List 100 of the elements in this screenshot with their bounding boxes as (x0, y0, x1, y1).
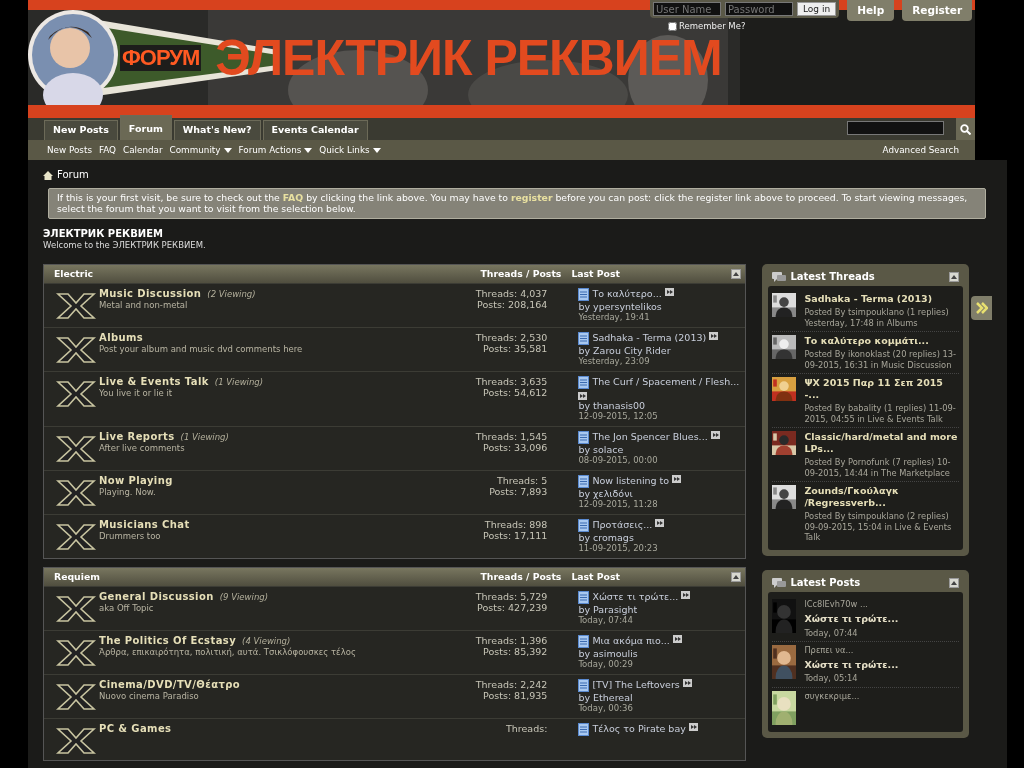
last-post-link[interactable]: Sadhaka - Terma (2013) (592, 331, 707, 344)
username-field[interactable]: User Name (653, 2, 721, 16)
forum-title-link[interactable]: The Politics Of Ecstasy (99, 634, 237, 646)
nav-link[interactable]: Calendar (123, 144, 163, 156)
post-snippet: Πρεπει να... (804, 645, 855, 656)
forum-title-link[interactable]: Live & Events Talk (99, 375, 209, 387)
logo-text: ФОРУМ (120, 44, 202, 71)
thread-count: Threads: 1,545 (474, 430, 548, 443)
nav-tab[interactable]: Events Calendar (262, 120, 368, 140)
last-post-link[interactable]: Τέλος το Pirate bay (592, 722, 686, 735)
go-to-post-icon[interactable] (578, 391, 588, 400)
post-count: Posts: 17,111 (482, 530, 548, 542)
last-post-link[interactable]: Το καλύτερο... (592, 287, 662, 300)
last-post-author: by χελιδόνι (578, 487, 634, 500)
dropdown-link[interactable]: Quick Links (319, 144, 381, 156)
collapse-button[interactable] (731, 571, 742, 582)
site-title: ЭЛЕКТРИК РЕКВИЕМ (43, 227, 164, 240)
go-to-post-icon[interactable] (709, 331, 719, 340)
header-button[interactable]: Help (847, 0, 895, 22)
forum-description: Nuovo cinema Paradiso (99, 691, 200, 702)
thread-count: Threads: 4,037 (474, 287, 548, 300)
thread-title-link[interactable]: ΨΧ 2015 Παρ 11 Σεπ 2015 -... (804, 377, 960, 402)
forum-description: aka Off Topic (99, 603, 155, 614)
go-to-post-icon[interactable] (682, 678, 692, 687)
forum-description: You live it or lie it (99, 388, 174, 399)
forum-title-link[interactable]: PC & Games (99, 722, 172, 734)
nav-tab[interactable]: New Posts (44, 120, 118, 140)
search-button[interactable] (956, 118, 975, 140)
forum-title-link[interactable]: Albums (99, 331, 144, 343)
search-field[interactable] (847, 121, 944, 135)
caret-up-icon (733, 574, 740, 579)
last-post-date: 12-09-2015, 11:28 (578, 499, 659, 511)
thread-details: Posted By ikonoklast (20 replies) 13-09-2015, 16:31 in Music Discussion (804, 349, 958, 371)
go-to-post-icon[interactable] (655, 518, 665, 527)
document-icon (578, 518, 590, 532)
post-date: Today, 05:14 (804, 673, 859, 684)
collapse-button[interactable] (949, 271, 960, 282)
dropdown-link[interactable]: Forum Actions (238, 144, 313, 156)
nav-link[interactable]: New Posts (47, 144, 92, 156)
nav-tab[interactable]: What's New? (173, 120, 261, 140)
thread-details: Posted By Pornofunk (7 replies) 10-09-2015, 14:44 in The Marketplace (804, 457, 952, 479)
password-field[interactable]: Password (725, 2, 793, 16)
go-to-post-icon[interactable] (681, 590, 691, 599)
last-post-author: by cromags (578, 531, 635, 544)
last-post-link[interactable]: Μια ακόμα πιο... (592, 634, 670, 647)
last-post-date: Today, 00:36 (578, 703, 634, 715)
advanced-search-link[interactable]: Advanced Search (882, 144, 959, 156)
column-heading: Threads / Posts (480, 570, 562, 583)
last-post-link[interactable]: The Curf / Spacement / Flesh... (592, 375, 740, 388)
forum-title-link[interactable]: General Discussion (99, 590, 214, 602)
forum-title-link[interactable]: Musicians Chat (99, 518, 190, 530)
document-icon (578, 722, 590, 736)
dropdown-link[interactable]: Community (169, 144, 232, 156)
thread-count: Threads: 2,242 (474, 678, 548, 691)
thread-title-link[interactable]: Zounds/Γκούλαγκ /Regressverb... (804, 485, 960, 510)
go-to-post-icon[interactable] (664, 287, 674, 296)
forum-description: Metal and non-metal (99, 300, 189, 311)
caret-up-icon (951, 580, 958, 585)
remember-checkbox[interactable] (668, 21, 677, 31)
post-count: Posts: 54,612 (482, 387, 548, 399)
category-title: Requiem (54, 570, 101, 583)
document-icon (578, 287, 590, 301)
forum-title-link[interactable]: Music Discussion (99, 287, 202, 299)
search-icon (960, 123, 971, 135)
post-count: Posts: 81,935 (482, 690, 548, 702)
last-post-date: Yesterday, 23:09 (578, 356, 651, 368)
last-post-link[interactable]: Χώστε τι τρώτε... (592, 590, 679, 603)
post-thread-link[interactable]: Χώστε τι τρώτε... (804, 658, 899, 671)
nav-link[interactable]: FAQ (99, 144, 117, 156)
viewing-count: (1 Viewing) (214, 376, 264, 387)
thread-title-link[interactable]: Sadhaka - Terma (2013) (804, 293, 960, 306)
thread-count: Threads: (505, 722, 548, 735)
viewing-count: (2 Viewing) (207, 288, 256, 299)
collapse-button[interactable] (949, 577, 960, 588)
go-to-post-icon[interactable] (688, 722, 698, 731)
thread-count: Threads: 3,635 (474, 375, 548, 388)
collapse-button[interactable] (731, 268, 742, 279)
category-title: Electric (54, 267, 95, 280)
last-post-link[interactable]: Προτάσεις... (592, 518, 653, 531)
forum-description: Post your album and music dvd comments here (99, 344, 304, 355)
login-button[interactable]: Log in (797, 2, 837, 16)
sidebar-toggle-button[interactable] (971, 295, 992, 320)
last-post-link[interactable]: Now listening to (592, 474, 670, 487)
forum-title-link[interactable]: Live Reports (99, 430, 175, 442)
nav-tab[interactable]: Forum (119, 115, 172, 140)
thread-title-link[interactable]: Classic/hard/metal and more LPs... (804, 431, 960, 456)
forum-title-link[interactable]: Now Playing (99, 474, 173, 486)
last-post-link[interactable]: [TV] The Leftovers (592, 678, 680, 691)
post-count: Posts: 35,581 (482, 343, 548, 355)
thread-details: Posted By tsimpouklano (2 replies) 09-09-2015, 15:04 in Live & Events Talk (804, 511, 953, 543)
post-thread-link[interactable]: Χώστε τι τρώτε... (804, 612, 899, 625)
go-to-post-icon[interactable] (672, 474, 682, 483)
last-post-date: Yesterday, 19:41 (578, 312, 651, 324)
header-button[interactable]: Register (902, 0, 973, 22)
last-post-author: by Parasight (578, 603, 639, 616)
forum-title-link[interactable]: Cinema/DVD/TV/Θέατρο (99, 678, 241, 690)
go-to-post-icon[interactable] (672, 634, 682, 643)
last-post-link[interactable]: The Jon Spencer Blues... (592, 430, 708, 443)
thread-title-link[interactable]: Το καλύτερο κομμάτι... (804, 335, 960, 348)
go-to-post-icon[interactable] (710, 430, 720, 439)
